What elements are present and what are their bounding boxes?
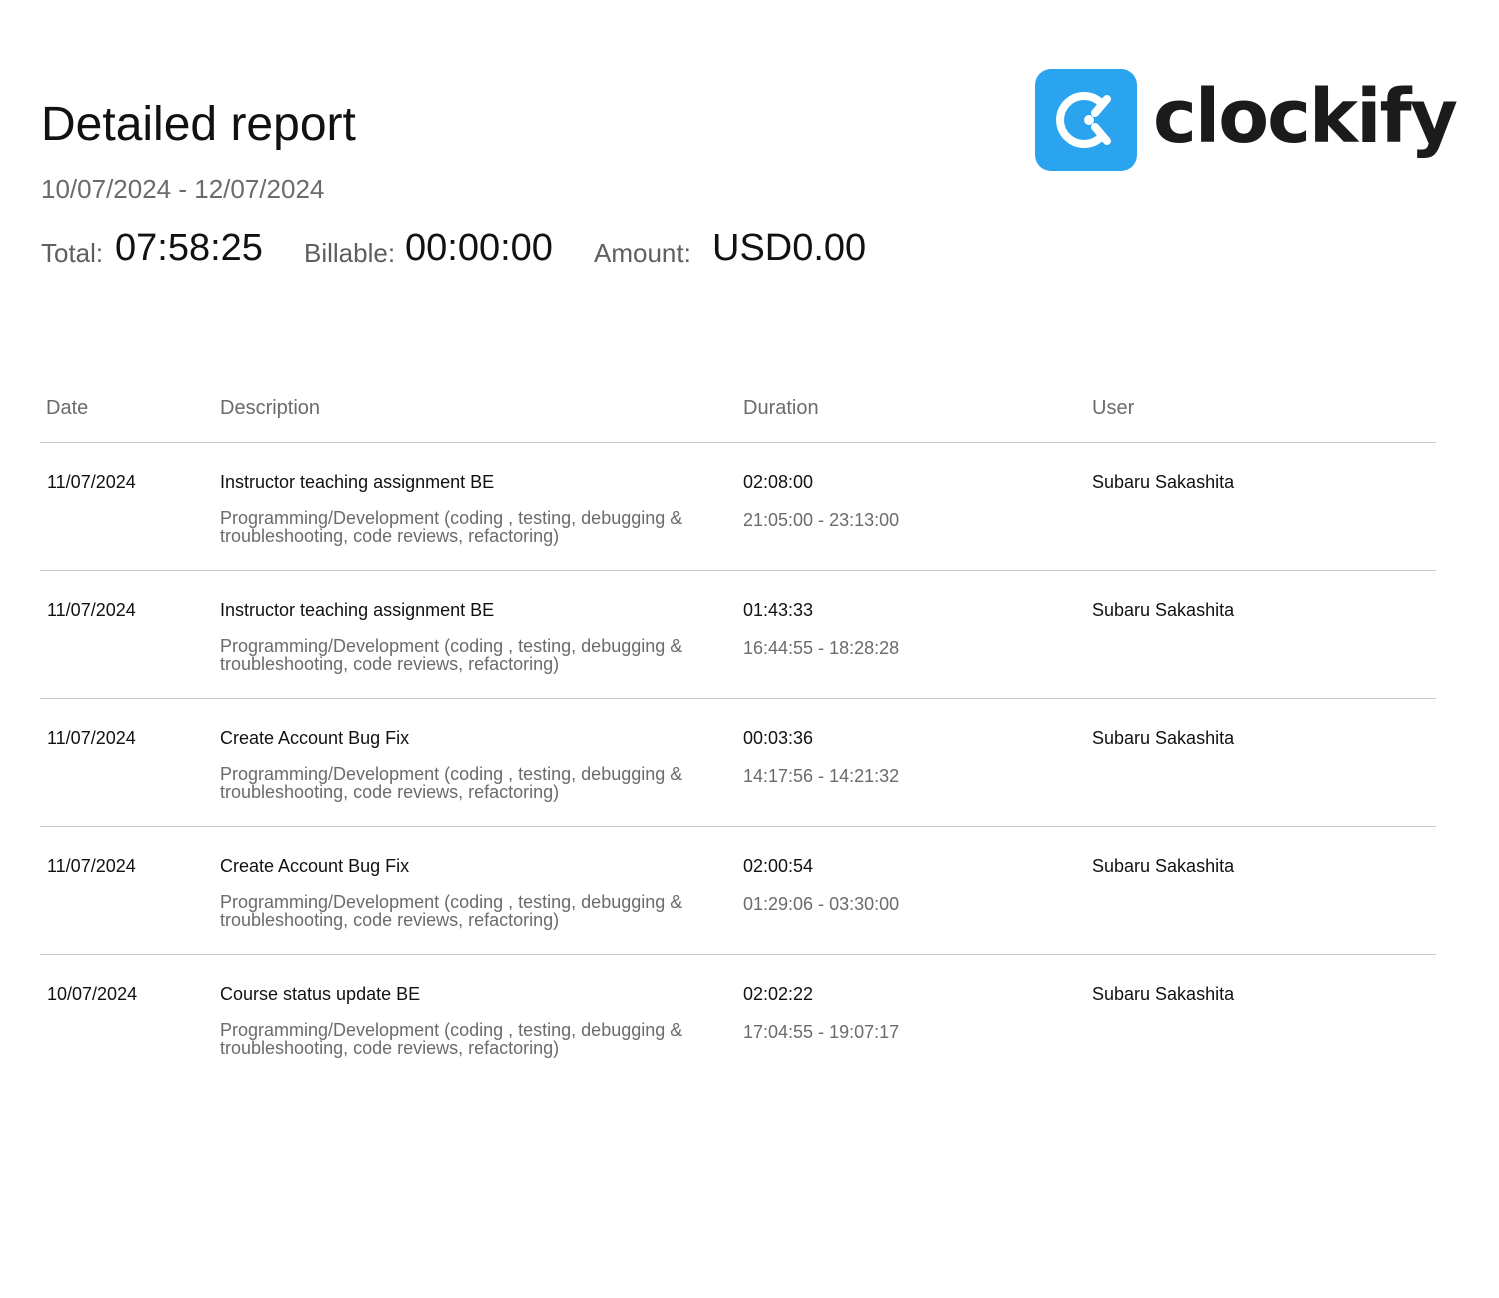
entry-description: Create Account Bug Fix (220, 728, 410, 748)
entry-duration: 02:00:54 (743, 856, 814, 876)
clockify-wordmark: clockify (1153, 74, 1458, 160)
table-row: 10/07/2024 Course status update BE Progr… (40, 955, 1436, 1082)
table-header: Date Description Duration User (40, 384, 1436, 443)
table-row: 11/07/2024 Instructor teaching assignmen… (40, 571, 1436, 699)
entry-date: 11/07/2024 (47, 856, 136, 876)
entry-project: Programming/Development (coding , testin… (220, 1020, 683, 1058)
entry-time-range: 21:05:00 - 23:13:00 (743, 510, 900, 530)
page-title: Detailed report (41, 98, 356, 151)
amount-label: Amount: (594, 238, 691, 268)
total-value: 07:58:25 (115, 227, 263, 269)
entry-user: Subaru Sakashita (1092, 472, 1235, 492)
amount-value: USD0.00 (712, 227, 867, 269)
billable-value: 00:00:00 (405, 227, 553, 269)
total-label: Total: (41, 238, 104, 268)
table-row: 11/07/2024 Instructor teaching assignmen… (40, 443, 1436, 571)
entry-user: Subaru Sakashita (1092, 984, 1235, 1004)
entry-time-range: 16:44:55 - 18:28:28 (743, 638, 900, 658)
entry-time-range: 14:17:56 - 14:21:32 (743, 766, 900, 786)
entry-project: Programming/Development (coding , testin… (220, 892, 683, 930)
time-entries-table: Date Description Duration User 11/07/202… (40, 384, 1436, 1082)
entry-date: 10/07/2024 (47, 984, 138, 1004)
entry-project: Programming/Development (coding , testin… (220, 508, 683, 546)
entry-user: Subaru Sakashita (1092, 600, 1235, 620)
entry-project: Programming/Development (coding , testin… (220, 636, 683, 674)
entry-user: Subaru Sakashita (1092, 856, 1235, 876)
entry-duration: 01:43:33 (743, 600, 814, 620)
entry-description: Course status update BE (220, 984, 421, 1004)
clockify-logo: clockify (1035, 69, 1458, 172)
entry-date: 11/07/2024 (47, 728, 136, 748)
column-header-date: Date (46, 397, 89, 419)
entry-user: Subaru Sakashita (1092, 728, 1235, 748)
clockify-logo-icon (1035, 69, 1137, 171)
entry-date: 11/07/2024 (47, 472, 136, 492)
entry-date: 11/07/2024 (47, 600, 136, 620)
entry-duration: 02:08:00 (743, 472, 814, 492)
report-date-range: 10/07/2024 - 12/07/2024 (41, 174, 325, 204)
entry-time-range: 17:04:55 - 19:07:17 (743, 1022, 900, 1042)
column-header-duration: Duration (743, 397, 819, 419)
billable-label: Billable: (304, 238, 396, 268)
entry-description: Create Account Bug Fix (220, 856, 410, 876)
entry-project: Programming/Development (coding , testin… (220, 764, 683, 802)
entry-description: Instructor teaching assignment BE (220, 472, 495, 492)
entry-time-range: 01:29:06 - 03:30:00 (743, 894, 900, 914)
entry-duration: 00:03:36 (743, 728, 814, 748)
entry-duration: 02:02:22 (743, 984, 814, 1004)
table-row: 11/07/2024 Create Account Bug Fix Progra… (40, 827, 1436, 955)
entry-description: Instructor teaching assignment BE (220, 600, 495, 620)
column-header-user: User (1092, 397, 1135, 419)
table-row: 11/07/2024 Create Account Bug Fix Progra… (40, 699, 1436, 827)
column-header-description: Description (220, 397, 321, 419)
